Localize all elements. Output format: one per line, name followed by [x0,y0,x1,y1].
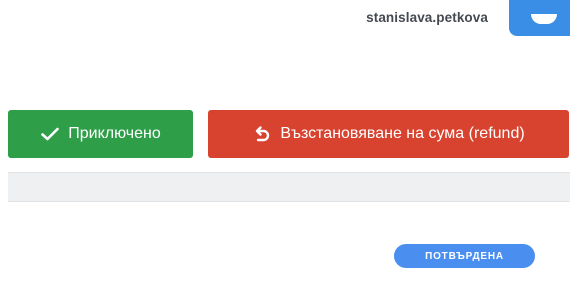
username[interactable]: stanislava.petkova [366,10,488,25]
undo-arrow-icon [252,124,272,144]
avatar[interactable] [509,0,570,36]
refund-button-label: Възстановяване на сума (refund) [280,125,525,142]
page: stanislava.petkova Приключено Възстановя… [0,0,570,298]
refund-button[interactable]: Възстановяване на сума (refund) [208,110,569,158]
user-avatar-icon [531,14,557,24]
table-header-bar [8,172,570,202]
status-badge: ПОТВЪРДЕНА [394,244,535,268]
done-button-label: Приключено [68,125,161,142]
done-button[interactable]: Приключено [8,110,193,158]
check-icon [40,124,60,144]
